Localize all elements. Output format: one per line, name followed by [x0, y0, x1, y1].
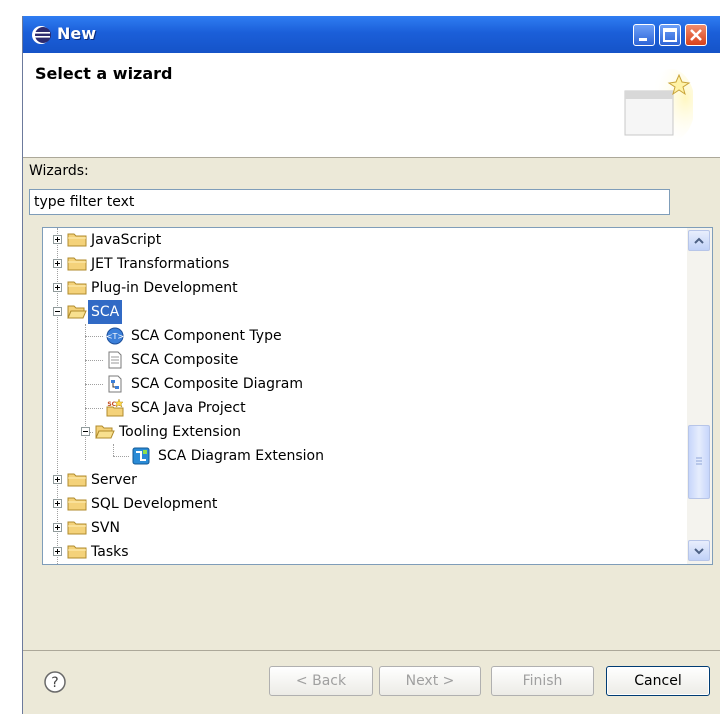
- tree-item-sca-composite-diagram[interactable]: SCA Composite Diagram: [43, 372, 683, 396]
- sca-java-project-icon: SCA: [106, 398, 124, 417]
- cancel-button[interactable]: Cancel: [606, 666, 710, 696]
- title-bar[interactable]: New: [23, 16, 720, 53]
- tree-item-svn[interactable]: SVN: [43, 516, 683, 540]
- diagram-icon: [108, 375, 122, 393]
- tree-item-sca[interactable]: SCA: [43, 300, 683, 324]
- tree-item-javascript[interactable]: JavaScript: [43, 228, 683, 252]
- tree-item-sca-composite[interactable]: SCA Composite: [43, 348, 683, 372]
- maximize-icon: [663, 28, 677, 42]
- open-folder-icon: [95, 425, 115, 439]
- open-folder-icon: [67, 305, 87, 319]
- tree-item-tooling-extension[interactable]: Tooling Extension: [43, 420, 683, 444]
- wizard-filter-input[interactable]: [29, 189, 670, 215]
- page-title: Select a wizard: [35, 64, 173, 83]
- new-wizard-dialog: New Select a wizard Wizards: type filter…: [22, 16, 720, 714]
- chevron-down-icon: [694, 548, 704, 555]
- scroll-up-button[interactable]: [688, 230, 710, 251]
- expand-icon[interactable]: [53, 235, 62, 244]
- wizard-tree[interactable]: JavaScript JET Transformations Plug-in D…: [42, 227, 713, 565]
- new-wizard-banner-icon: [624, 69, 693, 141]
- collapse-icon[interactable]: [53, 307, 62, 316]
- sca-component-icon: <T>: [106, 327, 124, 345]
- next-button[interactable]: Next >: [379, 666, 481, 696]
- scroll-down-button[interactable]: [688, 540, 710, 561]
- folder-icon: [67, 281, 87, 295]
- svg-text:<T>: <T>: [106, 332, 124, 341]
- folder-icon: [67, 545, 87, 559]
- tree-item-sca-component-type[interactable]: <T> SCA Component Type: [43, 324, 683, 348]
- expand-icon[interactable]: [53, 283, 62, 292]
- wizards-label: Wizards:: [29, 163, 89, 179]
- tree-item-server[interactable]: Server: [43, 468, 683, 492]
- folder-icon: [67, 233, 87, 247]
- tree-item-sca-java-project[interactable]: SCA SCA Java Project: [43, 396, 683, 420]
- tree-item-sca-diagram-extension[interactable]: SCA Diagram Extension: [43, 444, 683, 468]
- expand-icon[interactable]: [53, 259, 62, 268]
- expand-icon[interactable]: [53, 499, 62, 508]
- tree-item-tasks[interactable]: Tasks: [43, 540, 683, 564]
- close-icon: [690, 29, 702, 41]
- window-title: New: [57, 24, 97, 43]
- maximize-button[interactable]: [659, 24, 681, 46]
- grip-icon: [696, 457, 702, 465]
- folder-icon: [67, 497, 87, 511]
- sca-diagram-extension-icon: [132, 447, 150, 465]
- folder-icon: [67, 257, 87, 271]
- tree-item-plug-in-development[interactable]: Plug-in Development: [43, 276, 683, 300]
- close-button[interactable]: [685, 24, 707, 46]
- finish-button[interactable]: Finish: [491, 666, 594, 696]
- wizard-header: Select a wizard: [23, 53, 720, 158]
- expand-icon[interactable]: [53, 523, 62, 532]
- chevron-up-icon: [694, 237, 704, 244]
- eclipse-icon: [32, 26, 51, 44]
- tree-item-sql-development[interactable]: SQL Development: [43, 492, 683, 516]
- vertical-scrollbar[interactable]: [687, 228, 712, 564]
- selected-label: SCA: [88, 300, 123, 324]
- svg-text:?: ?: [51, 675, 58, 691]
- help-icon[interactable]: ?: [43, 670, 67, 694]
- expand-icon[interactable]: [53, 475, 62, 484]
- scrollbar-thumb[interactable]: [688, 425, 710, 499]
- expand-icon[interactable]: [53, 547, 62, 556]
- back-button[interactable]: < Back: [269, 666, 373, 696]
- minimize-button[interactable]: [633, 24, 655, 46]
- document-icon: [108, 351, 122, 369]
- minimize-icon: [639, 38, 647, 41]
- collapse-icon[interactable]: [81, 427, 90, 436]
- tree-item-jet-transformations[interactable]: JET Transformations: [43, 252, 683, 276]
- footer-divider: [23, 650, 720, 651]
- folder-icon: [67, 473, 87, 487]
- folder-icon: [67, 521, 87, 535]
